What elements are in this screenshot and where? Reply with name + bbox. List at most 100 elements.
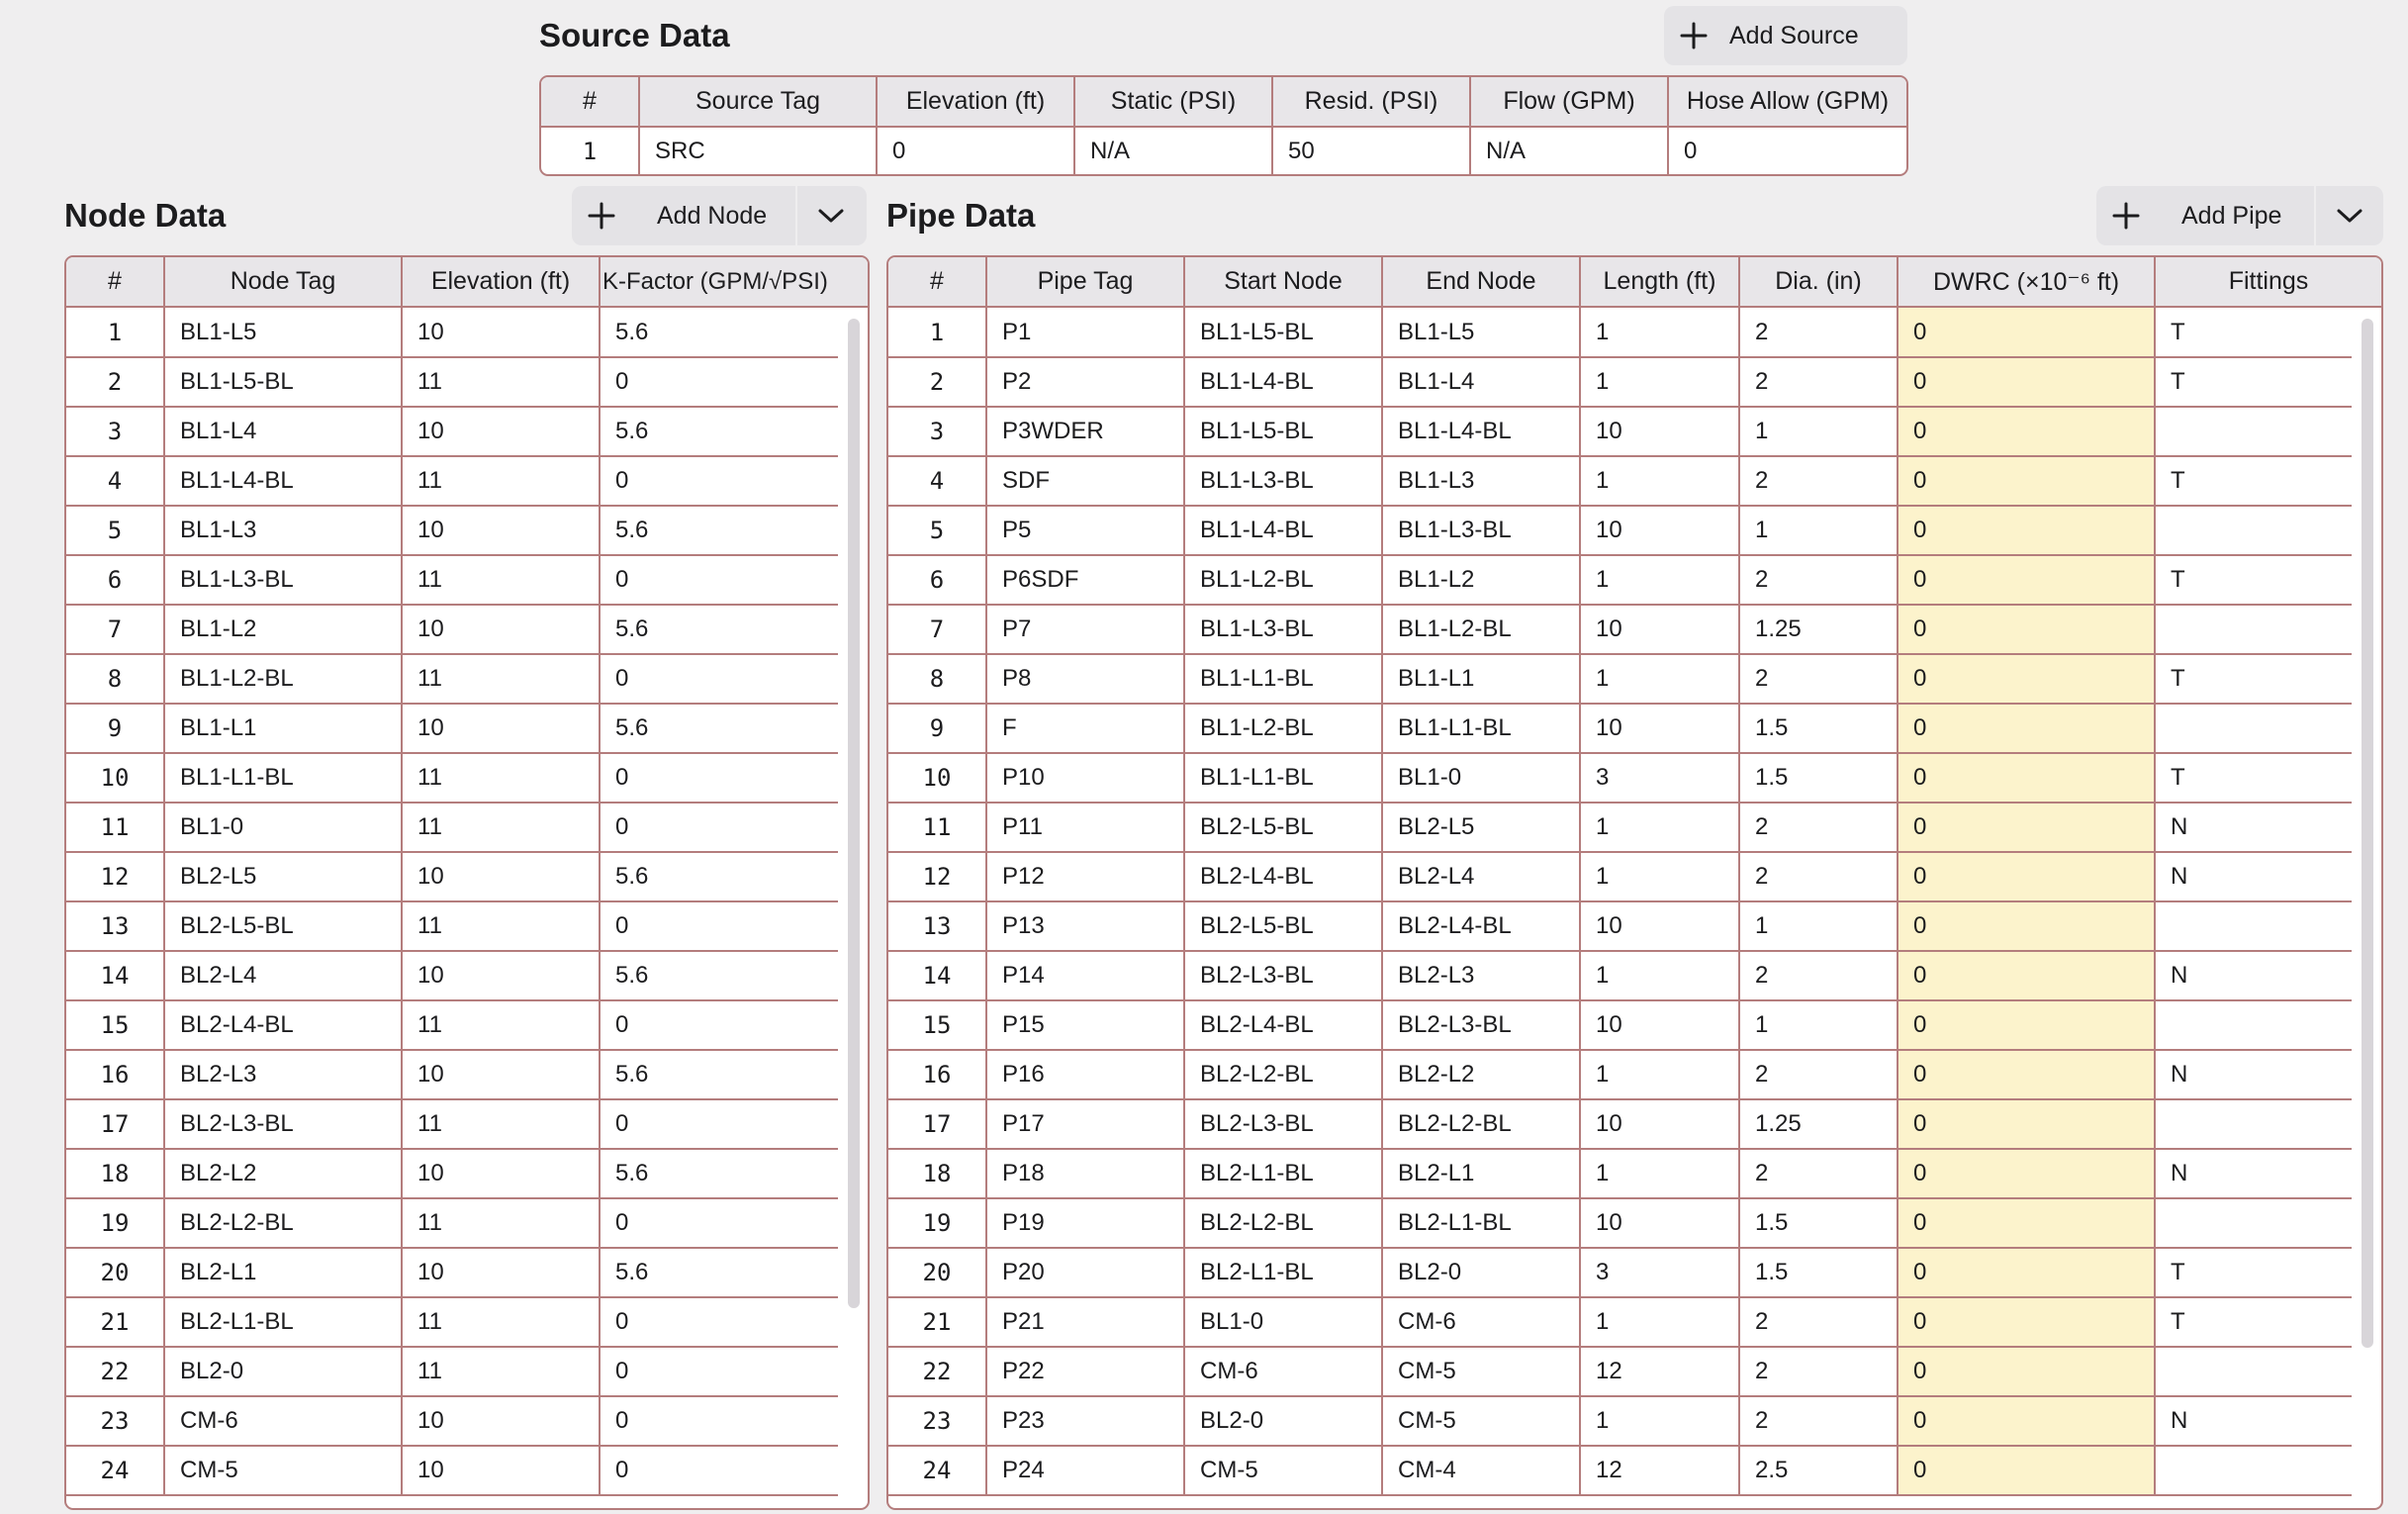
pipe-cell[interactable]: 1: [1580, 654, 1740, 705]
pipe-cell[interactable]: P14: [986, 951, 1185, 1001]
pipe-cell[interactable]: 2: [1739, 654, 1899, 705]
pipe-cell[interactable]: BL2-L4-BL: [1184, 1000, 1383, 1051]
pipe-cell[interactable]: BL1-L1-BL: [1184, 654, 1383, 705]
pipe-cell[interactable]: 0: [1898, 753, 2156, 804]
source-cell[interactable]: 50: [1272, 127, 1471, 174]
pipe-table-row[interactable]: 12 P12 BL2-L4-BL BL2-L4 1 2 0 N: [888, 852, 2352, 902]
pipe-cell[interactable]: BL1-L3-BL: [1184, 456, 1383, 507]
node-table-row[interactable]: 9 BL1-L1 10 5.6: [66, 704, 838, 754]
pipe-cell[interactable]: P13: [986, 901, 1185, 952]
node-cell[interactable]: BL2-L1-BL: [164, 1297, 403, 1348]
pipe-cell[interactable]: T: [2155, 753, 2352, 804]
pipe-cell[interactable]: CM-5: [1382, 1347, 1581, 1397]
pipe-cell[interactable]: P18: [986, 1149, 1185, 1199]
pipe-cell[interactable]: P23: [986, 1396, 1185, 1447]
pipe-column-header[interactable]: Dia. (in): [1739, 257, 1899, 308]
node-table-row[interactable]: 10 BL1-L1-BL 11 0: [66, 753, 838, 804]
pipe-cell[interactable]: 2.5: [1739, 1446, 1899, 1496]
pipe-cell[interactable]: BL2-0: [1184, 1396, 1383, 1447]
pipe-cell[interactable]: CM-6: [1382, 1297, 1581, 1348]
node-cell[interactable]: 10: [402, 1050, 601, 1100]
pipe-cell[interactable]: 10: [1580, 407, 1740, 457]
pipe-cell[interactable]: 0: [1898, 308, 2156, 358]
pipe-cell[interactable]: 2: [1739, 1347, 1899, 1397]
node-cell[interactable]: 10: [402, 407, 601, 457]
pipe-cell[interactable]: 10: [1580, 506, 1740, 556]
pipe-cell[interactable]: 3: [1580, 1248, 1740, 1298]
pipe-cell[interactable]: 2: [1739, 1396, 1899, 1447]
pipe-table-row[interactable]: 1 P1 BL1-L5-BL BL1-L5 1 2 0 T: [888, 308, 2352, 358]
node-cell[interactable]: 0: [600, 753, 838, 804]
pipe-cell[interactable]: 1: [1580, 852, 1740, 902]
pipe-cell[interactable]: BL2-L2-BL: [1382, 1099, 1581, 1150]
node-table-row[interactable]: 17 BL2-L3-BL 11 0: [66, 1099, 838, 1150]
pipe-cell[interactable]: P15: [986, 1000, 1185, 1051]
pipe-table-row[interactable]: 2 P2 BL1-L4-BL BL1-L4 1 2 0 T: [888, 357, 2352, 408]
node-column-header[interactable]: Node Tag: [164, 257, 403, 308]
node-table-row[interactable]: 18 BL2-L2 10 5.6: [66, 1149, 838, 1199]
pipe-cell[interactable]: BL2-L4: [1382, 852, 1581, 902]
pipe-cell[interactable]: 0: [1898, 704, 2156, 754]
node-table-row[interactable]: 23 CM-6 10 0: [66, 1396, 838, 1447]
pipe-cell[interactable]: [2155, 1347, 2352, 1397]
pipe-cell[interactable]: BL1-L3: [1382, 456, 1581, 507]
node-cell[interactable]: 0: [600, 1396, 838, 1447]
node-cell[interactable]: 10: [402, 1396, 601, 1447]
node-cell[interactable]: 11: [402, 753, 601, 804]
pipe-cell[interactable]: 2: [1739, 1297, 1899, 1348]
source-column-header[interactable]: Elevation (ft): [877, 77, 1075, 128]
pipe-cell[interactable]: BL1-L1-BL: [1184, 753, 1383, 804]
node-cell[interactable]: BL2-L4: [164, 951, 403, 1001]
pipe-cell[interactable]: BL2-L3-BL: [1184, 1099, 1383, 1150]
pipe-cell[interactable]: P6SDF: [986, 555, 1185, 606]
pipe-cell[interactable]: 0: [1898, 852, 2156, 902]
source-cell[interactable]: 0: [1668, 127, 1906, 174]
pipe-cell[interactable]: 1.5: [1739, 753, 1899, 804]
node-cell[interactable]: 0: [600, 357, 838, 408]
node-table-row[interactable]: 6 BL1-L3-BL 11 0: [66, 555, 838, 606]
source-cell[interactable]: SRC: [639, 127, 878, 174]
pipe-cell[interactable]: N: [2155, 951, 2352, 1001]
pipe-cell[interactable]: T: [2155, 308, 2352, 358]
node-cell[interactable]: 0: [600, 901, 838, 952]
pipe-cell[interactable]: P17: [986, 1099, 1185, 1150]
pipe-cell[interactable]: BL2-0: [1382, 1248, 1581, 1298]
pipe-table-row[interactable]: 9 F BL1-L2-BL BL1-L1-BL 10 1.5 0: [888, 704, 2352, 754]
node-cell[interactable]: 5.6: [600, 704, 838, 754]
pipe-cell[interactable]: 10: [1580, 1198, 1740, 1249]
pipe-cell[interactable]: 0: [1898, 357, 2156, 408]
pipe-cell[interactable]: P19: [986, 1198, 1185, 1249]
pipe-cell[interactable]: P1: [986, 308, 1185, 358]
pipe-cell[interactable]: P24: [986, 1446, 1185, 1496]
node-table-row[interactable]: 5 BL1-L3 10 5.6: [66, 506, 838, 556]
pipe-column-header[interactable]: Length (ft): [1580, 257, 1740, 308]
node-cell[interactable]: 10: [402, 605, 601, 655]
pipe-cell[interactable]: 2: [1739, 555, 1899, 606]
pipe-cell[interactable]: N: [2155, 852, 2352, 902]
pipe-cell[interactable]: 1: [1580, 555, 1740, 606]
pipe-cell[interactable]: P11: [986, 803, 1185, 853]
pipe-cell[interactable]: BL1-L2: [1382, 555, 1581, 606]
node-cell[interactable]: BL1-L3: [164, 506, 403, 556]
pipe-cell[interactable]: 1: [1580, 357, 1740, 408]
node-cell[interactable]: BL1-L5: [164, 308, 403, 358]
node-cell[interactable]: BL2-0: [164, 1347, 403, 1397]
pipe-cell[interactable]: 0: [1898, 1149, 2156, 1199]
pipe-cell[interactable]: [2155, 1000, 2352, 1051]
node-cell[interactable]: 5.6: [600, 852, 838, 902]
pipe-cell[interactable]: 10: [1580, 901, 1740, 952]
pipe-cell[interactable]: [2155, 1099, 2352, 1150]
node-table-row[interactable]: 3 BL1-L4 10 5.6: [66, 407, 838, 457]
pipe-cell[interactable]: 1: [1580, 1396, 1740, 1447]
node-cell[interactable]: BL2-L5: [164, 852, 403, 902]
pipe-cell[interactable]: BL2-L4-BL: [1184, 852, 1383, 902]
node-cell[interactable]: 11: [402, 1000, 601, 1051]
pipe-cell[interactable]: BL1-L4-BL: [1382, 407, 1581, 457]
node-cell[interactable]: 10: [402, 1149, 601, 1199]
pipe-cell[interactable]: 1.25: [1739, 1099, 1899, 1150]
pipe-cell[interactable]: T: [2155, 357, 2352, 408]
pipe-cell[interactable]: N: [2155, 803, 2352, 853]
pipe-cell[interactable]: [2155, 605, 2352, 655]
pipe-cell[interactable]: P12: [986, 852, 1185, 902]
node-cell[interactable]: BL2-L2-BL: [164, 1198, 403, 1249]
